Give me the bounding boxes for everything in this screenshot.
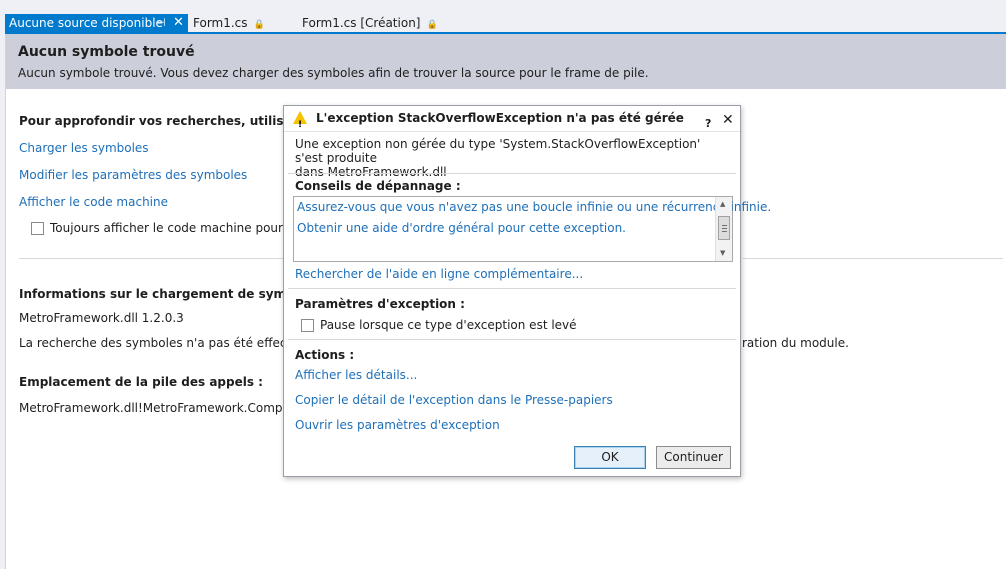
show-disassembly-link[interactable]: Afficher le code machine [19, 195, 168, 209]
warning-glyph: ! [298, 120, 303, 130]
exception-message-line2: dans MetroFramework.dll [295, 165, 447, 179]
banner-message: Aucun symbole trouvé. Vous devez charger… [18, 66, 649, 80]
symbol-settings-link[interactable]: Modifier les paramètres des symboles [19, 168, 247, 182]
module-version: MetroFramework.dll 1.2.0.3 [19, 311, 184, 325]
callstack-heading: Emplacement de la pile des appels : [19, 375, 263, 389]
tab-label: Aucune source disponible [9, 16, 163, 30]
exception-message-line1: Une exception non gérée du type 'System.… [295, 137, 701, 165]
actions-heading: Actions : [295, 348, 355, 362]
always-show-disassembly-label: Toujours afficher le code machine pour l… [50, 221, 316, 235]
banner-title: Aucun symbole trouvé [18, 44, 195, 60]
divider [19, 258, 287, 259]
info-banner: Aucun symbole trouvé Aucun symbole trouv… [6, 34, 1006, 89]
scroll-down-icon[interactable]: ▼ [720, 249, 725, 257]
pause-on-exception-label: Pause lorsque ce type d'exception est le… [320, 318, 577, 332]
tab-label: Form1.cs [Création] [302, 16, 421, 30]
tab-label: Form1.cs [193, 16, 248, 30]
load-symbols-link[interactable]: Charger les symboles [19, 141, 149, 155]
lock-icon: 🔒 [253, 20, 265, 30]
pause-on-exception-checkbox[interactable] [301, 319, 314, 332]
tab-no-source[interactable]: Aucune source disponible ⊣ ✕ [5, 14, 188, 32]
continue-button[interactable]: Continuer [656, 446, 731, 469]
section-divider [288, 339, 736, 340]
copy-exception-link[interactable]: Copier le détail de l'exception dans le … [295, 393, 613, 407]
search-message-tail: ration du module. [742, 336, 849, 350]
tip-general-help-link[interactable]: Obtenir une aide d'ordre général pour ce… [297, 221, 626, 235]
divider [743, 258, 1003, 259]
callstack-location: MetroFramework.dll!MetroFramework.Compon… [19, 401, 318, 415]
tip-infinite-loop-link[interactable]: Assurez-vous que vous n'avez pas une bou… [297, 200, 771, 214]
pin-icon[interactable]: ⊣ [156, 14, 166, 32]
tips-scrollbar[interactable]: ▲ ▼ [715, 197, 732, 261]
close-icon[interactable]: ✕ [173, 14, 184, 32]
exception-settings-heading: Paramètres d'exception : [295, 297, 465, 311]
tab-form1-cs[interactable]: Form1.cs 🔒 [189, 14, 265, 32]
document-tab-strip: Aucune source disponible ⊣ ✕ Form1.cs 🔒 F… [0, 0, 1006, 34]
troubleshooting-tips-list[interactable]: Assurez-vous que vous n'avez pas une bou… [293, 196, 771, 262]
section-divider [288, 173, 736, 174]
lock-icon: 🔒 [426, 20, 438, 30]
help-button[interactable]: ? [705, 111, 711, 136]
always-show-disassembly-row[interactable]: Toujours afficher le code machine pour l… [31, 221, 315, 235]
dialog-close-button[interactable]: ✕ [722, 108, 734, 133]
pause-on-exception-row[interactable]: Pause lorsque ce type d'exception est le… [301, 318, 577, 332]
section-divider [288, 288, 736, 289]
warning-icon: ! [293, 111, 307, 130]
dialog-title-bar: ! L'exception StackOverflowException n'a… [284, 106, 740, 131]
always-show-disassembly-checkbox[interactable] [31, 222, 44, 235]
ok-button[interactable]: OK [574, 446, 646, 469]
online-help-link[interactable]: Rechercher de l'aide en ligne complément… [295, 267, 583, 281]
title-separator [284, 131, 740, 132]
scroll-up-icon[interactable]: ▲ [720, 200, 725, 208]
view-details-link[interactable]: Afficher les détails... [295, 368, 417, 382]
tips-heading: Conseils de dépannage : [295, 179, 461, 193]
exception-dialog: ! L'exception StackOverflowException n'a… [283, 105, 771, 477]
scroll-thumb[interactable] [718, 216, 730, 240]
open-exception-settings-link[interactable]: Ouvrir les paramètres d'exception [295, 418, 500, 432]
tab-form1-design[interactable]: Form1.cs [Création] 🔒 [298, 14, 438, 32]
dialog-title: L'exception StackOverflowException n'a p… [316, 111, 684, 125]
